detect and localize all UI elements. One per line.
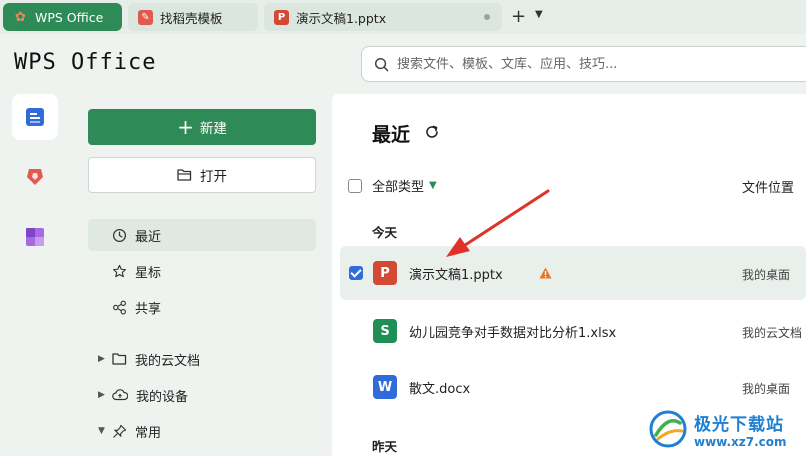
chevron-down-icon: ▼	[429, 180, 437, 191]
select-all-checkbox[interactable]	[348, 178, 362, 193]
sidebar-item-label: 常用	[135, 425, 162, 441]
chevron-down-icon[interactable]: ▼	[535, 9, 543, 20]
sidebar: + 新建 打开 最近 星标 共享 ▶ 我的云文档 ▶ 我的设备 ▼ 常用	[72, 94, 332, 456]
file-name: 散文.docx	[409, 381, 471, 397]
sidebar-item-frequent[interactable]: ▼ 常用	[88, 415, 316, 447]
ppt-file-icon: P	[373, 261, 397, 285]
column-header-location[interactable]: 文件位置	[742, 177, 794, 196]
star-icon	[113, 264, 126, 277]
sidebar-item-shared[interactable]: 共享	[88, 291, 316, 323]
sidebar-item-devices[interactable]: ▶ 我的设备	[88, 379, 316, 411]
warning-icon[interactable]	[539, 267, 552, 279]
file-location: 我的桌面	[742, 382, 791, 396]
sidebar-item-label: 星标	[135, 265, 162, 281]
apps-icon	[26, 228, 44, 246]
search-input[interactable]	[397, 56, 777, 72]
rail-templates[interactable]	[12, 154, 58, 200]
search-icon	[374, 57, 389, 71]
sidebar-item-label: 我的云文档	[135, 353, 201, 369]
documents-icon	[26, 108, 44, 126]
share-icon	[113, 300, 126, 314]
sidebar-item-recent[interactable]: 最近	[88, 219, 316, 251]
app-logo: WPS Office	[14, 50, 157, 75]
docer-icon	[27, 169, 43, 185]
sidebar-item-starred[interactable]: 星标	[88, 255, 316, 287]
sidebar-item-cloud-docs[interactable]: ▶ 我的云文档	[88, 343, 316, 375]
annotation-arrow	[446, 189, 550, 257]
new-button[interactable]: + 新建	[88, 109, 316, 145]
xlsx-file-icon: S	[373, 319, 397, 343]
file-location: 我的云文档	[742, 326, 803, 340]
unsaved-dot-icon	[484, 14, 490, 20]
tab-label: 找稻壳模板	[160, 10, 223, 26]
search-box[interactable]	[361, 46, 806, 82]
file-location: 我的桌面	[742, 268, 791, 282]
file-name: 演示文稿1.pptx	[409, 267, 503, 283]
folder-icon	[112, 353, 127, 365]
watermark-url: www.xz7.com	[694, 434, 787, 449]
caret-right-icon[interactable]: ▶	[98, 390, 112, 400]
open-button-label: 打开	[200, 169, 227, 185]
tab-template[interactable]: ✎ 找稻壳模板	[128, 3, 258, 31]
open-button[interactable]: 打开	[88, 157, 316, 193]
caret-down-icon[interactable]: ▼	[98, 426, 112, 436]
sidebar-item-label: 共享	[135, 301, 162, 317]
page-title: 最近	[372, 124, 411, 146]
group-label-today: 今天	[372, 225, 398, 240]
tab-label: 演示文稿1.pptx	[296, 10, 387, 26]
tab-wps-office[interactable]: ✿ WPS Office	[3, 3, 122, 31]
type-filter[interactable]: 全部类型 ▼	[348, 176, 437, 195]
file-name: 幼儿园竞争对手数据对比分析1.xlsx	[409, 325, 617, 341]
pin-icon	[113, 424, 127, 438]
rail-apps[interactable]	[12, 214, 58, 260]
docer-icon: ✎	[138, 9, 153, 25]
tab-bar: ✿ WPS Office ✎ 找稻壳模板 P 演示文稿1.pptx + ▼	[0, 0, 806, 34]
watermark-title: 极光下载站	[694, 414, 784, 435]
plus-icon: +	[177, 115, 194, 139]
new-button-label: 新建	[199, 121, 227, 137]
docx-file-icon: W	[373, 375, 397, 399]
refresh-icon[interactable]	[424, 124, 440, 140]
filter-label: 全部类型	[372, 180, 425, 195]
sidebar-item-label: 最近	[135, 229, 162, 245]
ppt-file-icon: P	[274, 9, 289, 25]
file-row[interactable]: P 演示文稿1.pptx 我的桌面	[340, 246, 806, 300]
caret-right-icon[interactable]: ▶	[98, 354, 112, 364]
tab-label: WPS Office	[35, 9, 104, 25]
watermark: 极光下载站 www.xz7.com	[648, 402, 806, 456]
row-checkbox[interactable]	[349, 266, 363, 280]
clock-icon	[112, 228, 127, 242]
folder-open-icon	[177, 169, 192, 181]
file-row[interactable]: S 幼儿园竞争对手数据对比分析1.xlsx 我的云文档	[340, 304, 806, 358]
rail-documents[interactable]	[12, 94, 58, 140]
add-tab-icon[interactable]: +	[511, 6, 526, 27]
tab-presentation[interactable]: P 演示文稿1.pptx	[264, 3, 502, 31]
sidebar-item-label: 我的设备	[136, 389, 189, 405]
group-label-yesterday: 昨天	[372, 439, 398, 454]
watermark-logo-icon	[649, 410, 687, 448]
wps-logo-icon: ✿	[15, 9, 26, 25]
cloud-upload-icon	[112, 389, 128, 401]
